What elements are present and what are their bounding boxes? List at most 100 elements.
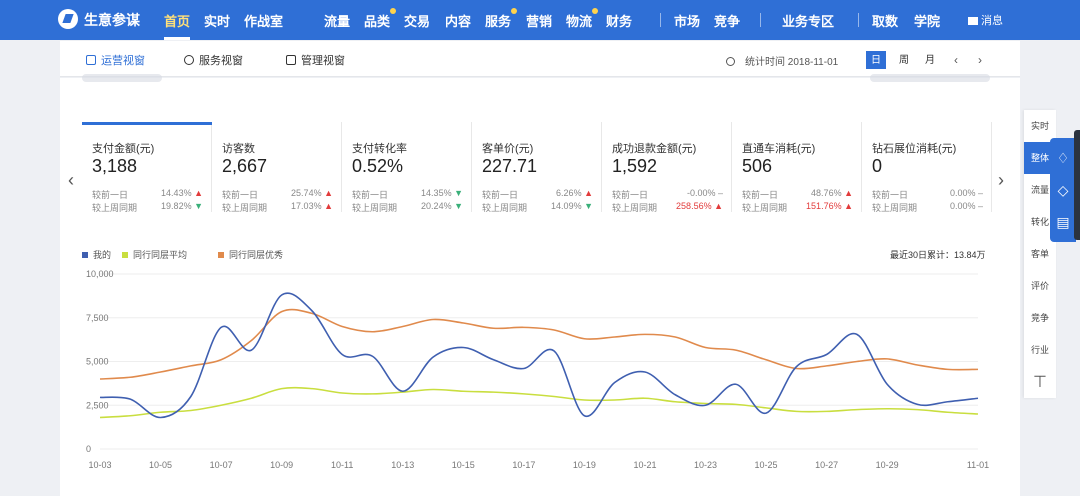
- legend-item[interactable]: 同行同层优秀: [218, 248, 283, 261]
- x-tick-label: 10-19: [573, 460, 596, 470]
- x-tick-label: 10-15: [452, 460, 475, 470]
- side-menu-item[interactable]: 竞争: [1024, 302, 1056, 334]
- comment-icon[interactable]: ◇: [1055, 182, 1071, 198]
- back-to-top-button[interactable]: ⊤: [1024, 368, 1056, 398]
- brand-name[interactable]: 生意参谋: [84, 10, 140, 30]
- nav-item[interactable]: 学院: [914, 11, 940, 30]
- trend-flat-icon: –: [975, 188, 983, 198]
- kpi-next-arrow[interactable]: ›: [998, 170, 1004, 191]
- kpi-compare-value: 19.82% ▼: [161, 201, 203, 211]
- kpi-value: 2,667: [222, 156, 268, 176]
- kpi-card[interactable]: 成功退款金额(元) 1,592 较前一日 较上周同期 -0.00% –258.56% ▲: [604, 122, 732, 213]
- nav-item[interactable]: 实时: [204, 11, 230, 30]
- kpi-percent: 14.43%: [161, 188, 192, 198]
- next-date-button[interactable]: ›: [972, 51, 988, 69]
- kpi-compare-value: 17.03% ▲: [291, 201, 333, 211]
- side-menu-item[interactable]: 评价: [1024, 270, 1056, 302]
- kpi-compare-label: 较前一日: [92, 190, 129, 200]
- bell-icon[interactable]: ♢: [1055, 150, 1071, 166]
- kpi-compare-value: 14.43% ▲: [161, 188, 203, 198]
- period-month[interactable]: 月: [920, 51, 940, 69]
- message-button[interactable]: 消息: [968, 12, 1003, 28]
- x-tick-label: 10-09: [270, 460, 293, 470]
- kpi-percent: 20.24%: [421, 201, 452, 211]
- period-day[interactable]: 日: [866, 51, 886, 69]
- x-tick-label: 10-11: [331, 460, 353, 470]
- nav-item[interactable]: 服务: [485, 8, 518, 30]
- trend-flat-icon: –: [975, 201, 983, 211]
- clock-icon: [726, 57, 735, 66]
- nav-item[interactable]: 交易: [404, 11, 430, 30]
- nav-item[interactable]: 市场: [674, 11, 700, 30]
- legend-swatch: [122, 252, 128, 258]
- kpi-percent: 14.35%: [421, 188, 452, 198]
- nav-item[interactable]: 业务专区: [782, 11, 834, 30]
- kpi-card[interactable]: 客单价(元) 227.71 较前一日 较上周同期 6.26% ▲ 14.09% ▼: [474, 122, 602, 213]
- series-line: [99, 292, 979, 419]
- tab-service-view[interactable]: 服务视窗: [184, 52, 243, 68]
- side-menu-item[interactable]: 客单: [1024, 238, 1056, 270]
- y-tick-label: 7,500: [86, 313, 109, 323]
- kpi-compare-label: 较前一日: [742, 190, 779, 200]
- kpi-card[interactable]: 钻石展位消耗(元) 0 较前一日 较上周同期 0.00% –0.00% –: [864, 122, 992, 213]
- kpi-compare-value: 258.56% ▲: [676, 201, 723, 211]
- nav-item[interactable]: 流量: [324, 11, 350, 30]
- nav-item[interactable]: 品类: [364, 8, 397, 30]
- nav-item[interactable]: 竞争: [714, 11, 740, 30]
- nav-item[interactable]: 营销: [526, 11, 552, 30]
- kpi-prev-arrow[interactable]: ‹: [68, 170, 74, 191]
- y-tick-label: 2,500: [86, 400, 109, 410]
- trend-up-icon: ▲: [321, 201, 333, 211]
- kpi-value: 227.71: [482, 156, 538, 176]
- kpi-compare-label: 较上周同期: [872, 203, 918, 213]
- trend-up-icon: ▲: [191, 188, 203, 198]
- nav-divider: [660, 13, 661, 27]
- nav-item[interactable]: 取数: [872, 11, 898, 30]
- kpi-compare-value: 6.26% ▲: [556, 188, 593, 198]
- nav-item[interactable]: 内容: [445, 11, 471, 30]
- nav-item[interactable]: 财务: [606, 11, 632, 30]
- x-tick-label: 11-01: [967, 460, 989, 470]
- kpi-percent: 6.26%: [556, 188, 582, 198]
- side-menu-item[interactable]: 实时: [1024, 110, 1056, 142]
- nav-item[interactable]: 首页: [164, 11, 191, 40]
- chat-icon[interactable]: ▤: [1055, 214, 1071, 230]
- kpi-card[interactable]: 直通车消耗(元) 506 较前一日 较上周同期 48.76% ▲ 151.76% ▲: [734, 122, 862, 213]
- side-menu-item[interactable]: 行业: [1024, 334, 1056, 366]
- kpi-card[interactable]: 支付转化率 0.52% 较前一日 较上周同期 14.35% ▼ 20.24% ▼: [344, 122, 472, 213]
- x-tick-label: 10-17: [512, 460, 535, 470]
- kpi-card[interactable]: 访客数 2,667 较前一日 较上周同期 25.74% ▲ 17.03% ▲: [214, 122, 342, 213]
- kpi-compare-value: 0.00% –: [950, 201, 983, 211]
- kpi-percent: 0.00%: [949, 188, 976, 198]
- y-tick-label: 5,000: [86, 357, 109, 367]
- kpi-compare-value: 25.74% ▲: [291, 188, 333, 198]
- envelope-icon: [968, 17, 978, 26]
- tab-operation-view[interactable]: 运营视窗: [86, 52, 145, 68]
- legend-item[interactable]: 同行同层平均: [122, 248, 187, 261]
- nav-item[interactable]: 物流: [566, 8, 599, 30]
- notification-dot: [390, 8, 397, 14]
- legend-item[interactable]: 我的: [82, 248, 111, 261]
- kpi-value: 3,188: [92, 156, 138, 176]
- tab-management-view[interactable]: 管理视窗: [286, 52, 345, 68]
- y-tick-label: 0: [86, 444, 91, 454]
- panel-header-fragment: [82, 74, 162, 82]
- kpi-compare-value: 20.24% ▼: [421, 201, 463, 211]
- kpi-percent: 151.76%: [806, 201, 842, 211]
- kpi-card[interactable]: 支付金额(元) 3,188 较前一日 较上周同期 14.43% ▲ 19.82% ▼: [82, 122, 212, 213]
- kpi-compare-label: 较上周同期: [742, 203, 788, 213]
- x-tick-label: 10-03: [88, 460, 111, 470]
- legend-swatch: [82, 252, 88, 258]
- kpi-percent: 25.74%: [291, 188, 322, 198]
- kpi-label: 钻石展位消耗(元): [872, 143, 957, 155]
- view-switch-bar: 运营视窗 服务视窗 管理视窗 统计时间 2018-11-01 日 周 月 ‹ ›: [60, 41, 1020, 77]
- x-tick-label: 10-27: [815, 460, 838, 470]
- trend-down-icon: ▼: [451, 188, 463, 198]
- kpi-percent: 14.09%: [551, 201, 582, 211]
- x-tick-label: 10-13: [391, 460, 414, 470]
- legend-label: 同行同层平均: [133, 250, 188, 260]
- overview-panel: ‹ › 支付金额(元) 3,188 较前一日 较上周同期 14.43% ▲ 19.82% …: [60, 74, 1020, 496]
- period-week[interactable]: 周: [894, 51, 914, 69]
- prev-date-button[interactable]: ‹: [948, 51, 964, 69]
- nav-item[interactable]: 作战室: [244, 11, 283, 30]
